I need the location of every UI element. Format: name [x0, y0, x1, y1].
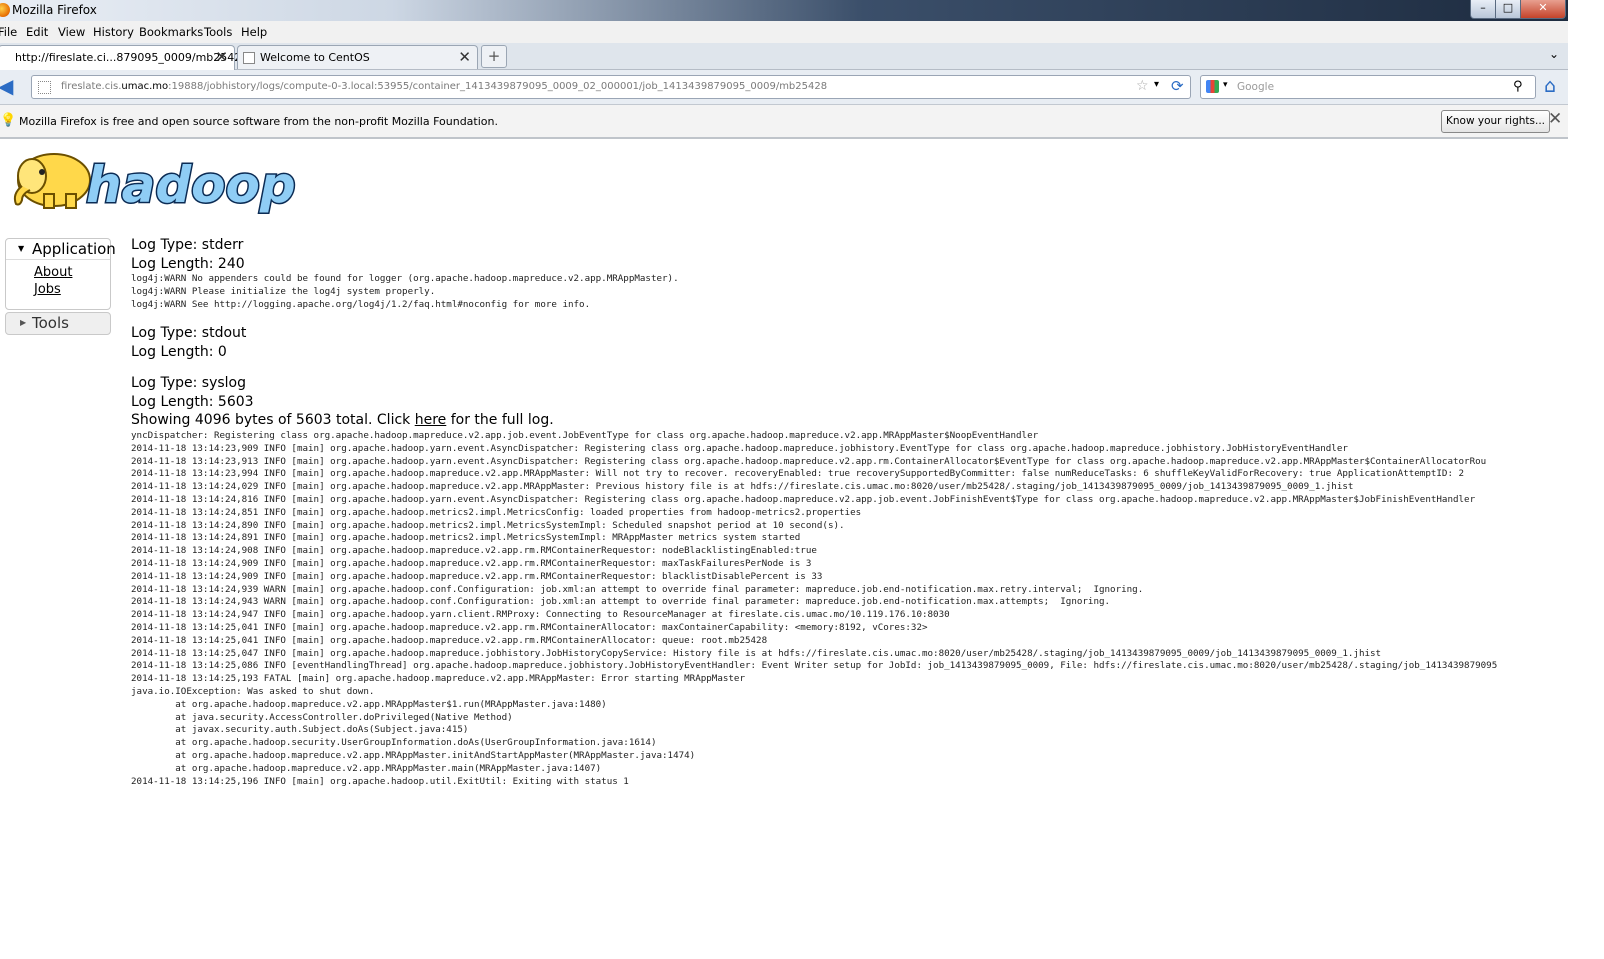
menu-tools[interactable]: Tools [204, 25, 232, 39]
search-bar[interactable]: ▾ Google ⚲ [1200, 75, 1536, 99]
binoculars-icon[interactable]: ⚲ [1513, 79, 1523, 94]
url-bar[interactable]: fireslate.cis.umac.mo:19888/jobhistory/l… [31, 75, 1191, 99]
tab-welcome-centos[interactable]: Welcome to CentOS ✕ [237, 45, 478, 69]
stdout-log-type: Log Type: stdout [131, 325, 247, 341]
search-placeholder[interactable]: Google [1237, 81, 1274, 93]
chevron-down-icon[interactable]: ⌄ [1549, 47, 1559, 61]
tab-label: Welcome to CentOS [260, 51, 370, 64]
sidebar-link-about[interactable]: About [34, 265, 72, 280]
sidebar-tools-section[interactable]: ▶ Tools [5, 312, 111, 335]
hadoop-logo: hadoop [13, 153, 297, 216]
back-arrow-icon[interactable]: ◀ [0, 76, 20, 98]
sidebar-application-section: ▼ Application About Jobs [5, 238, 116, 310]
window-titlebar: Mozilla Firefox – □ ✕ [0, 0, 1568, 21]
firefox-logo-icon [0, 3, 10, 17]
showing-prefix: Showing 4096 bytes of 5603 total. Click [131, 412, 415, 428]
sidebar-application-header[interactable]: ▼ Application [6, 239, 116, 260]
close-window-button[interactable]: ✕ [1520, 0, 1566, 19]
syslog-log-type: Log Type: syslog [131, 375, 246, 391]
showing-bytes-text: Showing 4096 bytes of 5603 total. Click … [131, 412, 554, 428]
sidebar-link-jobs[interactable]: Jobs [34, 282, 61, 297]
new-tab-button[interactable]: + [481, 45, 507, 68]
close-tab-icon[interactable]: ✕ [215, 48, 228, 66]
sidebar-tools-label: Tools [32, 314, 69, 332]
site-identity-icon[interactable] [38, 81, 51, 94]
menu-view[interactable]: View [58, 25, 85, 39]
showing-suffix: for the full log. [446, 412, 554, 428]
navigation-toolbar: ◀ fireslate.cis.umac.mo:19888/jobhistory… [0, 70, 1568, 105]
chevron-down-icon[interactable]: ▾ [1223, 80, 1228, 90]
chevron-down-icon[interactable]: ▾ [1154, 79, 1159, 90]
lightbulb-icon: 💡 [0, 113, 17, 128]
svg-text:hadoop: hadoop [86, 156, 296, 214]
triangle-down-icon: ▼ [18, 244, 25, 253]
notification-bar: 💡 Mozilla Firefox is free and open sourc… [0, 105, 1568, 139]
tab-label: http://fireslate.ci...879095_0009/mb2542… [15, 51, 249, 64]
syslog-log-length: Log Length: 5603 [131, 394, 254, 410]
minimize-button[interactable]: – [1470, 0, 1496, 19]
page-favicon-icon [243, 52, 255, 64]
menu-file[interactable]: File [0, 25, 17, 39]
stdout-log-length: Log Length: 0 [131, 344, 227, 360]
bookmark-star-icon[interactable]: ☆ [1136, 78, 1149, 94]
sidebar-application-label: Application [32, 240, 116, 258]
google-engine-icon[interactable] [1206, 80, 1219, 93]
window-title: Mozilla Firefox [12, 3, 97, 17]
close-tab-icon[interactable]: ✕ [458, 48, 471, 66]
close-icon[interactable]: ✕ [1548, 109, 1562, 129]
tab-strip: http://fireslate.ci...879095_0009/mb2542… [0, 43, 1568, 70]
maximize-button[interactable]: □ [1495, 0, 1521, 19]
notification-message: Mozilla Firefox is free and open source … [19, 115, 498, 128]
stderr-log-type: Log Type: stderr [131, 237, 244, 253]
syslog-log-text: yncDispatcher: Registering class org.apa… [131, 430, 1498, 787]
menu-bookmarks[interactable]: Bookmarks [139, 25, 203, 39]
full-log-link[interactable]: here [415, 412, 447, 428]
home-icon[interactable]: ⌂ [1544, 75, 1556, 97]
menu-bar: File Edit View History Bookmarks Tools H… [0, 21, 1568, 43]
know-your-rights-button[interactable]: Know your rights... [1441, 110, 1550, 133]
reload-icon[interactable]: ⟳ [1171, 77, 1184, 95]
menu-edit[interactable]: Edit [26, 25, 48, 39]
url-text[interactable]: fireslate.cis.umac.mo:19888/jobhistory/l… [61, 81, 827, 92]
stderr-log-text: log4j:WARN No appenders could be found f… [131, 273, 679, 310]
tab-hadoop-log[interactable]: http://fireslate.ci...879095_0009/mb2542… [0, 45, 248, 70]
menu-help[interactable]: Help [241, 25, 267, 39]
triangle-right-icon: ▶ [20, 318, 27, 327]
stderr-log-length: Log Length: 240 [131, 256, 245, 272]
menu-history[interactable]: History [93, 25, 134, 39]
